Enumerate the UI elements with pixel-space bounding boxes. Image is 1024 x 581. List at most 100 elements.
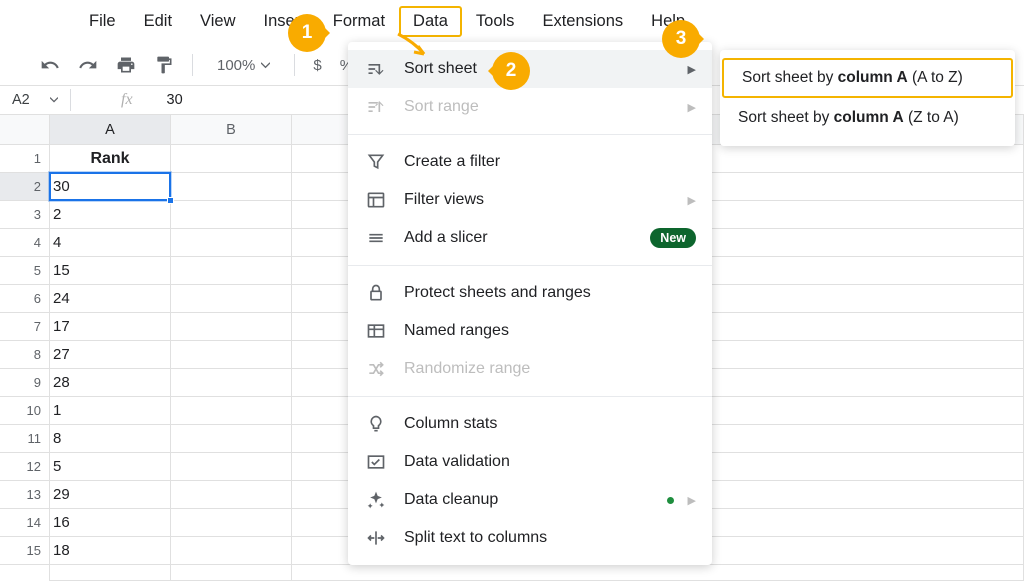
row-header[interactable]: 3 [0,201,50,229]
menu-create-filter[interactable]: Create a filter [348,143,712,181]
menu-label: Split text to columns [404,529,547,547]
chevron-right-icon: ▶ [688,494,696,507]
cell[interactable] [171,453,292,481]
menu-tools[interactable]: Tools [462,6,529,37]
menu-filter-views[interactable]: Filter views ▶ [348,181,712,219]
redo-icon[interactable] [74,51,102,79]
menu-label: Sort range [404,98,479,116]
row-header[interactable]: 5 [0,257,50,285]
cell[interactable] [171,285,292,313]
row-header[interactable]: 11 [0,425,50,453]
indicator-dot [667,497,674,504]
select-all-corner[interactable] [0,115,50,145]
menu-label: Protect sheets and ranges [404,284,591,302]
row-header[interactable]: 1 [0,145,50,173]
menu-divider [348,396,712,397]
print-icon[interactable] [112,51,140,79]
submenu-sort-za[interactable]: Sort sheet by column A (Z to A) [720,98,1015,138]
cell-a1[interactable]: Rank [50,145,171,173]
submenu-sort-az[interactable]: Sort sheet by column A (A to Z) [722,58,1013,98]
row-header[interactable]: 7 [0,313,50,341]
row-header[interactable]: 6 [0,285,50,313]
cell[interactable] [171,313,292,341]
menu-protect-sheets[interactable]: Protect sheets and ranges [348,274,712,312]
menu-data-cleanup[interactable]: Data cleanup ▶ [348,481,712,519]
row-headers: 1 2 3 4 5 6 7 8 9 10 11 12 13 14 15 [0,115,50,581]
undo-icon[interactable] [36,51,64,79]
row-header[interactable]: 14 [0,509,50,537]
menu-file[interactable]: File [75,6,130,37]
cell[interactable] [171,341,292,369]
callout-3: 3 [662,20,700,58]
split-icon [366,528,386,548]
menu-label: Data validation [404,453,510,471]
cell[interactable] [171,509,292,537]
cell[interactable] [50,565,171,581]
cell-a2-selected[interactable]: 30 [50,173,171,201]
cell[interactable] [171,229,292,257]
cell[interactable]: 16 [50,509,171,537]
callout-1: 1 [288,14,326,52]
cell[interactable] [171,369,292,397]
cell[interactable] [171,565,292,581]
menu-split-text[interactable]: Split text to columns [348,519,712,557]
menu-sort-range: Sort range ▶ [348,88,712,126]
cell[interactable] [171,537,292,565]
menu-label: Sort sheet [404,60,477,78]
name-box[interactable]: A2 [0,92,58,108]
cell[interactable] [171,201,292,229]
row-header[interactable]: 10 [0,397,50,425]
cell[interactable]: 4 [50,229,171,257]
menu-view[interactable]: View [186,6,249,37]
row-header[interactable]: 12 [0,453,50,481]
fill-handle[interactable] [167,197,174,204]
chevron-down-icon [261,61,270,70]
menu-divider [348,265,712,266]
cell[interactable]: 2 [50,201,171,229]
menu-edit[interactable]: Edit [130,6,186,37]
cell[interactable]: 17 [50,313,171,341]
row-header[interactable]: 2 [0,173,50,201]
zoom-selector[interactable]: 100% [217,57,270,74]
row-header[interactable] [0,565,50,581]
cell[interactable]: 28 [50,369,171,397]
toolbar-separator [294,54,295,76]
row-header[interactable]: 15 [0,537,50,565]
fx-label: fx [71,91,149,109]
cell[interactable] [171,173,292,201]
menu-column-stats[interactable]: Column stats [348,405,712,443]
callout-2: 2 [492,52,530,90]
cell[interactable]: 18 [50,537,171,565]
cell[interactable] [292,565,1024,581]
chevron-right-icon: ▶ [688,194,696,207]
menu-extensions[interactable]: Extensions [528,6,637,37]
menu-named-ranges[interactable]: Named ranges [348,312,712,350]
cell[interactable] [171,257,292,285]
cell[interactable]: 5 [50,453,171,481]
cell[interactable]: 24 [50,285,171,313]
cell[interactable]: 27 [50,341,171,369]
menu-data-validation[interactable]: Data validation [348,443,712,481]
row-header[interactable]: 9 [0,369,50,397]
cell[interactable]: 15 [50,257,171,285]
cell-reference: A2 [12,92,30,108]
cell[interactable]: 29 [50,481,171,509]
cell[interactable] [171,397,292,425]
row-header[interactable]: 13 [0,481,50,509]
paint-format-icon[interactable] [150,51,178,79]
currency-icon[interactable]: $ [309,53,325,78]
menu-label: Randomize range [404,360,530,378]
column-header-a[interactable]: A [50,115,171,145]
column-header-b[interactable]: B [171,115,292,145]
cell[interactable] [171,145,292,173]
cell[interactable] [171,481,292,509]
sort-sheet-submenu: Sort sheet by column A (A to Z) Sort she… [720,50,1015,146]
menu-add-slicer[interactable]: Add a slicer New [348,219,712,257]
formula-value[interactable]: 30 [149,92,183,108]
new-badge: New [650,228,696,248]
cell[interactable]: 8 [50,425,171,453]
row-header[interactable]: 8 [0,341,50,369]
row-header[interactable]: 4 [0,229,50,257]
cell[interactable] [171,425,292,453]
cell[interactable]: 1 [50,397,171,425]
